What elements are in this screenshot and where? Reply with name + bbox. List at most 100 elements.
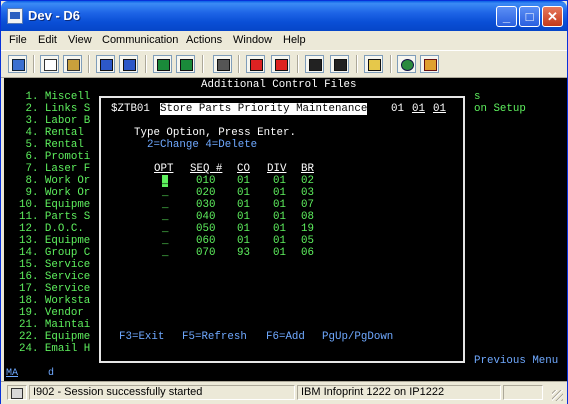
br-cell: 19 xyxy=(301,223,314,235)
menu-option: 24. Email H xyxy=(19,343,91,355)
menu-option: 16. Service xyxy=(19,271,91,283)
previous-menu-key[interactable]: Previous Menu xyxy=(474,355,558,367)
menu-option: 1. Miscell xyxy=(19,91,91,103)
print-screen-button[interactable] xyxy=(8,55,27,73)
copy-button[interactable] xyxy=(40,55,59,73)
title-bar[interactable]: Dev - D6 _ □ ✕ xyxy=(1,1,567,31)
seq-cell: 010 xyxy=(196,175,216,187)
menu-option: 13. Equipme xyxy=(19,235,91,247)
menu-option: 2. Links S xyxy=(19,103,91,115)
maximize-icon: □ xyxy=(525,9,534,24)
header-br: 01 xyxy=(433,103,446,115)
app-icon[interactable] xyxy=(7,8,23,24)
keyboard-button[interactable] xyxy=(213,55,232,73)
menu-option: 12. D.O.C. xyxy=(19,223,91,235)
menu-communication[interactable]: Communication xyxy=(102,34,178,46)
div-cell: 01 xyxy=(273,175,286,187)
toolbar-separator xyxy=(297,55,299,73)
close-button[interactable]: ✕ xyxy=(542,6,563,27)
status-message: I902 - Session successfully started xyxy=(29,385,295,400)
menu-option: 19. Vendor xyxy=(19,307,91,319)
toolbar-separator xyxy=(238,55,240,73)
right-fragment: s xyxy=(474,91,481,103)
receive-button[interactable] xyxy=(119,55,138,73)
send-icon xyxy=(100,59,113,71)
seq-cell: 070 xyxy=(196,247,216,259)
menu-help[interactable]: Help xyxy=(283,34,306,46)
header-div: 01 xyxy=(412,103,425,115)
clipboard-button[interactable] xyxy=(364,55,383,73)
globe-button[interactable] xyxy=(397,55,416,73)
opt-input[interactable]: _ xyxy=(162,235,168,247)
display-button[interactable] xyxy=(153,55,172,73)
opt-input[interactable]: _ xyxy=(162,223,168,235)
play-button[interactable] xyxy=(305,55,324,73)
br-cell: 08 xyxy=(301,211,314,223)
co-cell: 01 xyxy=(237,211,250,223)
div-cell: 01 xyxy=(273,235,286,247)
tag-button[interactable] xyxy=(420,55,439,73)
co-cell: 93 xyxy=(237,247,250,259)
display-alt-button[interactable] xyxy=(176,55,195,73)
f5-refresh-key[interactable]: F5=Refresh xyxy=(182,331,247,343)
option-legend: 2=Change 4=Delete xyxy=(147,139,258,151)
menu-view[interactable]: View xyxy=(68,34,92,46)
stop-button[interactable] xyxy=(330,55,349,73)
div-cell: 01 xyxy=(273,187,286,199)
br-cell: 03 xyxy=(301,187,314,199)
store-parts-priority-window: $ZTB01 Store Parts Priority Maintenance … xyxy=(99,96,465,363)
emulator-window: Dev - D6 _ □ ✕ File Edit View Communicat… xyxy=(0,0,568,404)
opt-input[interactable]: _ xyxy=(162,247,168,259)
col-div: DIV xyxy=(267,163,287,175)
close-icon: ✕ xyxy=(547,9,558,24)
menu-option: 7. Laser F xyxy=(19,163,91,175)
menu-window[interactable]: Window xyxy=(233,34,272,46)
f3-exit-key[interactable]: F3=Exit xyxy=(119,331,164,343)
f6-add-key[interactable]: F6=Add xyxy=(266,331,305,343)
menu-file[interactable]: File xyxy=(9,34,27,46)
col-br: BR xyxy=(301,163,314,175)
resize-grip[interactable] xyxy=(552,390,563,401)
menu-option: 15. Service xyxy=(19,259,91,271)
col-opt: OPT xyxy=(154,163,174,175)
opt-input[interactable]: _ xyxy=(162,199,168,211)
globe-icon xyxy=(401,59,414,71)
div-cell: 01 xyxy=(273,223,286,235)
macro-icon xyxy=(250,59,263,71)
send-button[interactable] xyxy=(96,55,115,73)
maximize-button[interactable]: □ xyxy=(519,6,540,27)
seq-cell: 030 xyxy=(196,199,216,211)
paste-icon xyxy=(67,59,80,71)
div-cell: 01 xyxy=(273,199,286,211)
toolbar-separator xyxy=(33,55,35,73)
opt-input[interactable]: _ xyxy=(162,175,169,187)
menu-option: 9. Work Or xyxy=(19,187,91,199)
minimize-button[interactable]: _ xyxy=(496,6,517,27)
display-icon xyxy=(157,59,170,71)
connection-status[interactable] xyxy=(7,385,27,400)
menu-actions[interactable]: Actions xyxy=(186,34,222,46)
record-icon xyxy=(275,59,288,71)
page-keys[interactable]: PgUp/PgDown xyxy=(322,331,393,343)
seq-cell: 060 xyxy=(196,235,216,247)
br-cell: 02 xyxy=(301,175,314,187)
br-cell: 07 xyxy=(301,199,314,211)
menu-option: 21. Maintai xyxy=(19,319,91,331)
menu-option: 22. Equipme xyxy=(19,331,91,343)
opt-input[interactable]: _ xyxy=(162,187,168,199)
keyboard-icon xyxy=(217,59,230,71)
printer-status: IBM Infoprint 1222 on IP1222 xyxy=(297,385,501,400)
terminal-screen[interactable]: Additional Control Files s on Setup 1. M… xyxy=(4,78,567,367)
macro-button[interactable] xyxy=(246,55,265,73)
menu-edit[interactable]: Edit xyxy=(38,34,57,46)
session-flag: d xyxy=(48,368,55,379)
menu-option: 11. Parts S xyxy=(19,211,91,223)
tag-icon xyxy=(424,59,437,71)
record-button[interactable] xyxy=(271,55,290,73)
opt-input[interactable]: _ xyxy=(162,211,168,223)
paste-button[interactable] xyxy=(63,55,82,73)
co-cell: 01 xyxy=(237,175,250,187)
play-icon xyxy=(309,59,322,71)
menu-bar: File Edit View Communication Actions Win… xyxy=(1,31,567,50)
menu-option: 10. Equipme xyxy=(19,199,91,211)
